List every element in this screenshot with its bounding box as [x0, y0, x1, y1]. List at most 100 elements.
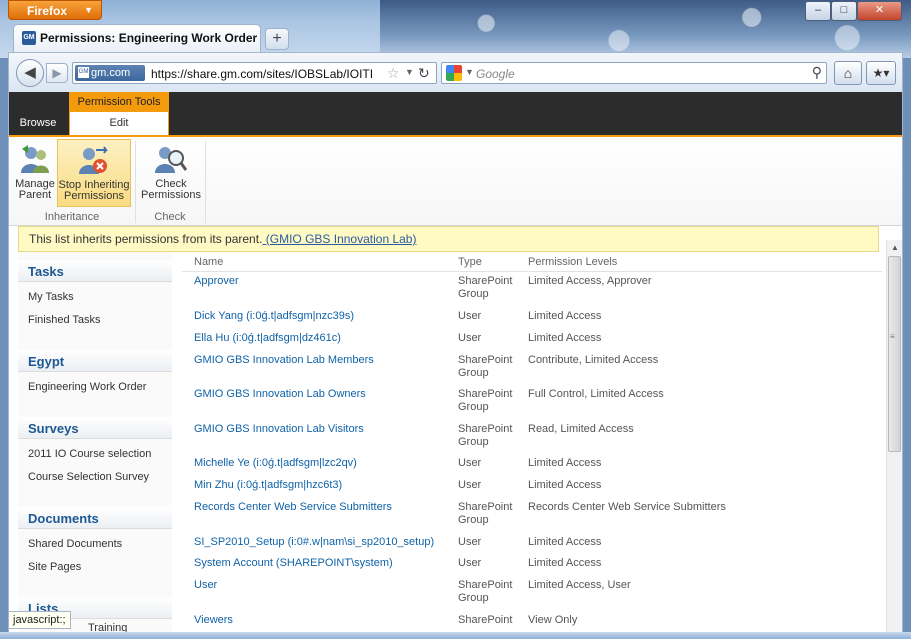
manage-parent-button[interactable]: Manage Parent [11, 139, 59, 207]
url-dropdown-icon[interactable]: ▼ [405, 67, 414, 77]
ql-item-site-pages[interactable]: Site Pages [28, 561, 81, 573]
permission-levels: View Only [528, 614, 578, 626]
scroll-thumb[interactable] [888, 256, 901, 452]
permission-levels: Limited Access [528, 310, 602, 322]
scroll-up-icon[interactable]: ▲ [887, 240, 902, 256]
bookmark-star-icon[interactable]: ☆ [387, 65, 400, 82]
search-placeholder: Google [476, 67, 515, 81]
search-engine-dropdown-icon[interactable]: ▼ [465, 67, 474, 77]
principal-type: User [458, 479, 482, 491]
browser-status-text: javascript:; [8, 611, 71, 629]
ql-item-engineering-work-order[interactable]: Engineering Work Order [28, 381, 146, 393]
window-bottom-border [0, 632, 911, 639]
principal-name-link[interactable]: GMIO GBS Innovation Lab Owners [194, 388, 366, 400]
permission-tools-context: Permission Tools [69, 92, 169, 112]
parent-site-link[interactable]: (GMIO GBS Innovation Lab) [262, 232, 417, 246]
principal-type: User [458, 457, 482, 469]
site-identity-button[interactable]: GM gm.com [75, 65, 145, 81]
url-text[interactable]: https://share.gm.com/sites/IOBSLab/IOITI [151, 67, 386, 81]
bookmarks-menu-button[interactable]: ★▾ [866, 61, 896, 85]
firefox-menu-button[interactable]: Firefox ▼ [8, 0, 102, 20]
inheritance-group-label: Inheritance [44, 211, 100, 223]
permission-levels: Limited Access [528, 479, 602, 491]
principal-name-link[interactable]: User [194, 579, 217, 591]
manage-parent-label-2: Parent [18, 189, 52, 201]
ql-item-training[interactable]: Training [88, 622, 127, 632]
ribbon-group-separator [205, 141, 206, 223]
google-engine-icon[interactable] [446, 65, 462, 81]
check-permissions-icon [155, 143, 188, 175]
search-icon[interactable]: ⚲ [812, 64, 822, 81]
principal-type: SharePoint Group [458, 275, 513, 300]
inheritance-notice-text: This list inherits permissions from its … [29, 232, 263, 246]
new-tab-button[interactable]: + [265, 28, 289, 50]
page-content: Permission Tools Browse Edit Manage Pare… [8, 92, 903, 632]
principal-name-link[interactable]: GMIO GBS Innovation Lab Visitors [194, 423, 364, 435]
stop-inheriting-icon [78, 144, 110, 176]
principal-name-link[interactable]: Michelle Ye (i:0ǵ.t|adfsgm|lzc2qv) [194, 457, 357, 469]
principal-type: User [458, 310, 482, 322]
stop-inheriting-permissions-button[interactable]: Stop Inheriting Permissions [57, 139, 131, 207]
ql-heading-surveys[interactable]: Surveys [18, 417, 172, 439]
principal-type: User [458, 536, 482, 548]
check-group-label: Check [154, 211, 186, 223]
column-header-name[interactable]: Name [194, 256, 223, 268]
close-window-button[interactable]: ✕ [857, 1, 902, 21]
ql-item-my-tasks[interactable]: My Tasks [28, 291, 74, 303]
permission-levels: Read, Limited Access [528, 423, 634, 435]
back-button[interactable]: ◀ [16, 59, 44, 87]
browser-tab-active[interactable]: GM Permissions: Engineering Work Order [13, 24, 261, 52]
principal-name-link[interactable]: Ella Hu (i:0ǵ.t|adfsgm|dz461c) [194, 332, 341, 344]
firefox-menu-label: Firefox [27, 4, 68, 18]
check-permissions-label-2: Permissions [141, 189, 201, 201]
permission-levels: Limited Access, User [528, 579, 631, 591]
minimize-button[interactable]: – [805, 1, 831, 21]
chevron-down-icon: ▼ [84, 5, 93, 15]
check-permissions-button[interactable]: Check Permissions [137, 139, 205, 207]
principal-name-link[interactable]: Min Zhu (i:0ǵ.t|adfsgm|hzc6t3) [194, 479, 342, 491]
gm-favicon-icon: GM [22, 31, 36, 45]
principal-name-link[interactable]: Dick Yang (i:0ǵ.t|adfsgm|nzc39s) [194, 310, 354, 322]
principal-name-link[interactable]: System Account (SHAREPOINT\system) [194, 557, 393, 569]
principal-type: SharePoint [458, 614, 513, 626]
principal-name-link[interactable]: Records Center Web Service Submitters [194, 501, 392, 513]
ribbon-body: Manage Parent Stop Inheriting Permission… [9, 135, 902, 226]
principal-name-link[interactable]: SI_SP2010_Setup (i:0#.w|nam\si_sp2010_se… [194, 536, 434, 548]
principal-type: SharePoint Group [458, 501, 513, 526]
maximize-button[interactable]: □ [831, 1, 857, 21]
ql-item-finished-tasks[interactable]: Finished Tasks [28, 314, 101, 326]
column-header-type[interactable]: Type [458, 256, 482, 268]
principal-name-link[interactable]: Viewers [194, 614, 233, 626]
ql-heading-tasks[interactable]: Tasks [18, 260, 172, 282]
home-button[interactable]: ⌂ [834, 61, 862, 85]
navigation-toolbar: ◀ ▶ GM gm.com https://share.gm.com/sites… [8, 52, 903, 92]
forward-button[interactable]: ▶ [46, 63, 68, 83]
principal-name-link[interactable]: Approver [194, 275, 239, 287]
permissions-list: Name Type Permission Levels Approver Shar… [182, 252, 882, 632]
permission-levels: Limited Access [528, 457, 602, 469]
permission-levels: Limited Access, Approver [528, 275, 652, 287]
tab-title: Permissions: Engineering Work Order [40, 31, 258, 45]
scroll-grip-icon: ≡ [890, 332, 895, 341]
ql-item-shared-documents[interactable]: Shared Documents [28, 538, 122, 550]
list-header: Name Type Permission Levels [182, 252, 882, 272]
tab-browse[interactable]: Browse [9, 112, 67, 135]
url-bar[interactable]: GM gm.com https://share.gm.com/sites/IOB… [72, 62, 437, 84]
ql-item-io-course-selection[interactable]: 2011 IO Course selection [28, 448, 151, 460]
ql-item-course-selection-survey[interactable]: Course Selection Survey [28, 471, 149, 483]
tab-edit[interactable]: Edit [69, 112, 169, 135]
gm-logo-icon: GM [78, 67, 89, 78]
principal-type: SharePoint Group [458, 423, 513, 448]
ribbon-tab-row: Permission Tools Browse Edit [9, 92, 902, 135]
principal-name-link[interactable]: GMIO GBS Innovation Lab Members [194, 354, 374, 366]
search-bar[interactable]: ▼ Google ⚲ [441, 62, 827, 84]
permission-levels: Records Center Web Service Submitters [528, 501, 726, 513]
vertical-scrollbar[interactable]: ▲ ≡ [886, 240, 902, 632]
ql-heading-egypt[interactable]: Egypt [18, 350, 172, 372]
permission-levels: Limited Access [528, 332, 602, 344]
permission-levels: Full Control, Limited Access [528, 388, 664, 400]
quick-launch: Tasks My Tasks Finished Tasks Egypt Engi… [18, 252, 172, 632]
ql-heading-documents[interactable]: Documents [18, 507, 172, 529]
column-header-permission-levels[interactable]: Permission Levels [528, 256, 617, 268]
reload-icon[interactable]: ↻ [418, 65, 430, 82]
